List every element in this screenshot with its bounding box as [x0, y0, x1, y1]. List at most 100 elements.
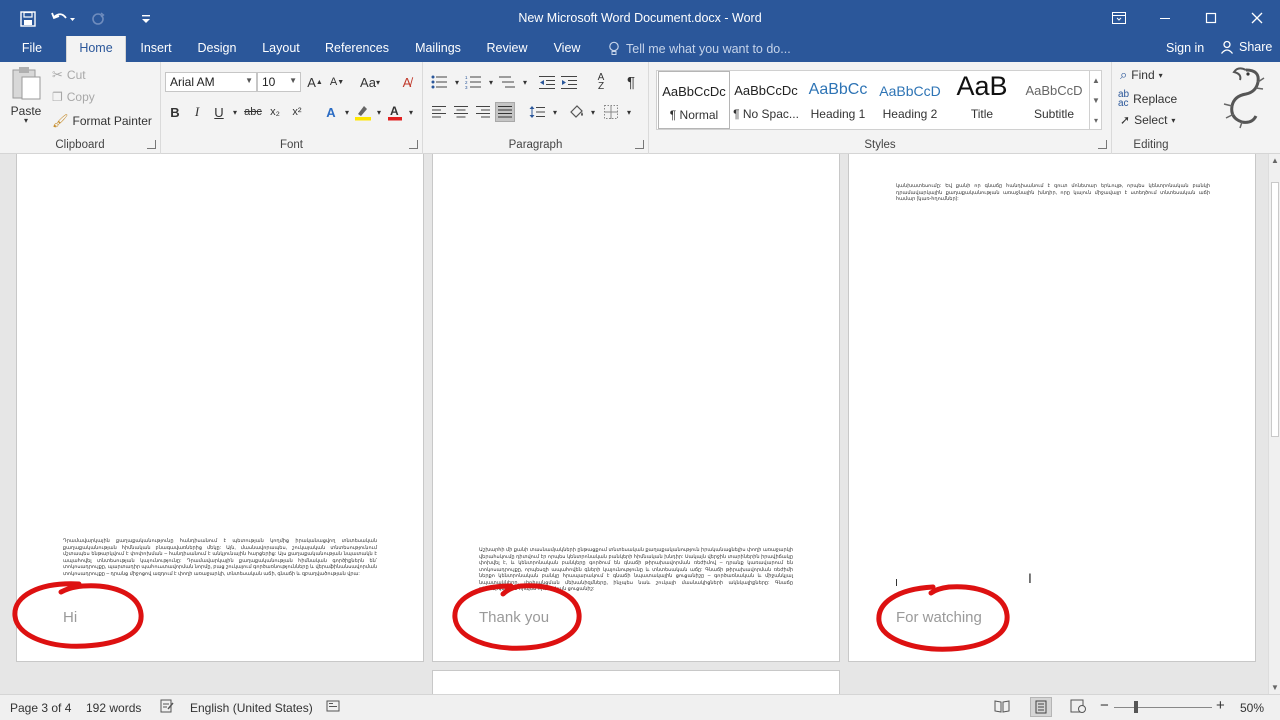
- tell-me-box[interactable]: Tell me what you want to do...: [608, 41, 791, 56]
- tab-home[interactable]: Home: [66, 36, 126, 62]
- share-button[interactable]: Share: [1220, 40, 1272, 54]
- style-no-spacing[interactable]: AaBbCcDc ¶ No Spac...: [730, 71, 802, 129]
- justify-icon[interactable]: [495, 102, 515, 122]
- clear-formatting-icon[interactable]: A̸: [397, 72, 417, 92]
- style-normal[interactable]: AaBbCcDc ¶ Normal: [658, 71, 730, 129]
- font-color-dropdown-icon[interactable]: ▾: [401, 102, 421, 122]
- italic-icon[interactable]: I: [187, 102, 207, 122]
- cut-button[interactable]: ✂ Cut: [52, 67, 86, 83]
- select-button[interactable]: ➚ Select ▾: [1120, 113, 1175, 127]
- tab-review[interactable]: Review: [482, 36, 532, 62]
- paste-dropdown-icon: ▾: [23, 116, 28, 125]
- copy-button[interactable]: ❐ Copy: [52, 90, 95, 104]
- document-area[interactable]: Դրամավարկային քաղաքականությունը հանդիսան…: [0, 154, 1268, 694]
- style-heading-2-label: Heading 2: [882, 107, 938, 121]
- font-size-value: 10: [262, 75, 276, 89]
- subscript-icon[interactable]: x₂: [265, 102, 285, 122]
- align-left-icon[interactable]: [429, 102, 449, 122]
- multilevel-dropdown-icon[interactable]: ▾: [515, 72, 535, 92]
- chevron-down-icon[interactable]: ▼: [1092, 96, 1100, 105]
- find-button[interactable]: ⌕ Find ▾: [1120, 67, 1163, 83]
- grow-font-icon[interactable]: A ▲: [305, 72, 325, 92]
- language-indicator[interactable]: English (United States): [190, 701, 313, 715]
- shrink-font-icon[interactable]: A ▼: [327, 72, 347, 92]
- bold-icon[interactable]: B: [165, 102, 185, 122]
- line-spacing-dropdown-icon[interactable]: ▾: [545, 102, 565, 122]
- scrollbar-thumb[interactable]: [1271, 182, 1279, 437]
- chevron-down-icon: ▼: [245, 76, 253, 85]
- bullets-icon[interactable]: [429, 72, 449, 92]
- align-center-icon[interactable]: [451, 102, 471, 122]
- paintbrush-icon: 🖌: [52, 113, 69, 128]
- i-beam-cursor-icon: I: [1028, 570, 1032, 586]
- print-layout-icon[interactable]: [1030, 697, 1052, 717]
- tab-design[interactable]: Design: [192, 36, 242, 62]
- format-painter-button[interactable]: 🖌 Format Painter: [52, 113, 152, 129]
- line-spacing-icon[interactable]: [527, 102, 547, 122]
- font-launcher-icon[interactable]: [409, 140, 418, 149]
- tab-insert[interactable]: Insert: [134, 36, 178, 62]
- sort-icon[interactable]: AZ: [591, 72, 611, 92]
- styles-launcher-icon[interactable]: [1098, 140, 1107, 149]
- style-heading-1[interactable]: AaBbCc Heading 1: [802, 71, 874, 129]
- zoom-slider-track[interactable]: [1114, 707, 1212, 708]
- ribbon-display-options-icon[interactable]: [1096, 0, 1142, 36]
- decrease-indent-icon[interactable]: [537, 72, 557, 92]
- change-case-icon[interactable]: Aa ▾: [355, 72, 385, 92]
- tab-view[interactable]: View: [546, 36, 588, 62]
- zoom-level[interactable]: 50%: [1240, 701, 1264, 715]
- zoom-slider-thumb[interactable]: [1134, 701, 1138, 713]
- more-styles-icon[interactable]: ▾: [1094, 116, 1098, 125]
- paste-button[interactable]: Paste ▾: [10, 66, 42, 125]
- find-dropdown-icon: ▾: [1158, 70, 1163, 80]
- font-name-box[interactable]: Arial AM ▼: [165, 72, 257, 92]
- replace-icon: ab ac: [1118, 89, 1130, 109]
- sign-in-link[interactable]: Sign in: [1166, 41, 1204, 55]
- minimize-icon[interactable]: [1142, 0, 1188, 36]
- underline-dropdown-icon[interactable]: ▾: [225, 102, 245, 122]
- multilevel-list-icon[interactable]: [497, 72, 517, 92]
- scroll-down-icon[interactable]: ▼: [1271, 683, 1279, 692]
- zoom-out-icon[interactable]: −: [1100, 697, 1109, 714]
- superscript-icon[interactable]: x²: [287, 102, 307, 122]
- maximize-icon[interactable]: [1188, 0, 1234, 36]
- tab-layout[interactable]: Layout: [256, 36, 306, 62]
- styles-gallery-scroll[interactable]: ▲ ▼ ▾: [1089, 70, 1102, 130]
- page-1[interactable]: Դրամավարկային քաղաքականությունը հանդիսան…: [12, 154, 424, 662]
- page-indicator[interactable]: Page 3 of 4: [10, 701, 71, 715]
- align-right-icon[interactable]: [473, 102, 493, 122]
- increase-indent-icon[interactable]: [559, 72, 579, 92]
- shading-dropdown-icon[interactable]: ▾: [583, 102, 603, 122]
- page-4[interactable]: [432, 670, 840, 694]
- style-title-label: Title: [970, 107, 994, 121]
- page-3[interactable]: կանխատեսումը: Եվ քանի որ գնաճը հանդիսանո…: [848, 154, 1256, 662]
- word-count[interactable]: 192 words: [86, 701, 141, 715]
- replace-button[interactable]: ab ac Replace: [1118, 89, 1177, 109]
- style-title[interactable]: AaB Title: [946, 71, 1018, 129]
- page-2[interactable]: Աշխարհի մի քանի տասնամյակների ընթացքում …: [432, 154, 840, 662]
- paragraph-launcher-icon[interactable]: [635, 140, 644, 149]
- zoom-in-icon[interactable]: +: [1216, 697, 1225, 714]
- style-normal-preview: AaBbCcDc: [662, 84, 726, 99]
- tab-references[interactable]: References: [320, 36, 394, 62]
- vertical-scrollbar[interactable]: ▲ ▼: [1268, 154, 1280, 694]
- font-size-box[interactable]: 10 ▼: [257, 72, 301, 92]
- macro-recording-icon[interactable]: [326, 699, 340, 716]
- clipboard-launcher-icon[interactable]: [147, 140, 156, 149]
- read-mode-icon[interactable]: [994, 699, 1010, 716]
- borders-icon[interactable]: [601, 102, 621, 122]
- close-icon[interactable]: [1234, 0, 1280, 36]
- tab-mailings[interactable]: Mailings: [408, 36, 468, 62]
- style-subtitle[interactable]: AaBbCcD Subtitle: [1018, 71, 1090, 129]
- style-heading-2[interactable]: AaBbCcD Heading 2: [874, 71, 946, 129]
- proofing-icon[interactable]: [160, 699, 174, 716]
- strikethrough-icon[interactable]: abc: [243, 102, 263, 122]
- borders-dropdown-icon[interactable]: ▾: [619, 102, 639, 122]
- tab-file[interactable]: File: [14, 36, 50, 62]
- chevron-up-icon[interactable]: ▲: [1092, 76, 1100, 85]
- show-formatting-marks-icon[interactable]: ¶: [621, 72, 641, 92]
- dragon-logo: [1216, 64, 1266, 132]
- scroll-up-icon[interactable]: ▲: [1271, 156, 1279, 165]
- web-layout-icon[interactable]: [1070, 699, 1086, 716]
- numbering-icon[interactable]: 123: [463, 72, 483, 92]
